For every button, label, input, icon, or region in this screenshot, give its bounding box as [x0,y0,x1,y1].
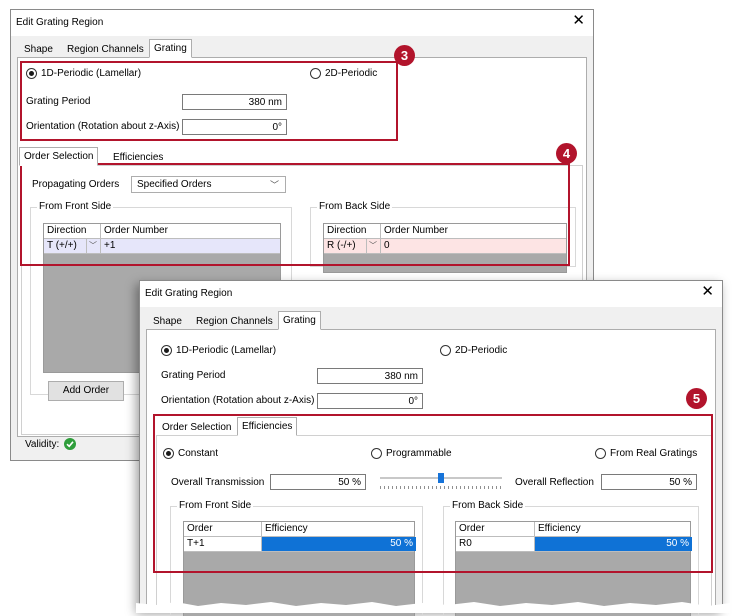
validity-label: Validity: [25,439,60,450]
callout-box-4 [20,163,570,266]
radio-checked-icon[interactable] [161,345,172,356]
main-tabstrip: Shape Region Channels Grating [144,311,444,330]
close-icon[interactable]: ✕ [572,13,585,28]
tab-shape[interactable]: Shape [19,41,58,57]
torn-edge [136,602,730,613]
grating-period-label: Grating Period [161,370,226,381]
tab-efficiencies[interactable]: Efficiencies [237,417,298,436]
checkmark-icon [64,438,76,450]
grating-period-input[interactable]: 380 nm [317,368,423,384]
main-tabstrip: Shape Region Channels Grating [15,39,315,58]
radio-unchecked-icon[interactable] [440,345,451,356]
orientation-input[interactable]: 0° [317,393,423,409]
callout-badge-4: 4 [556,143,577,164]
radio-2d-label: 2D-Periodic [455,345,508,356]
dialog-title: Edit Grating Region [145,288,233,299]
callout-badge-3: 3 [394,45,415,66]
callout-box-5 [153,414,713,573]
tab-shape[interactable]: Shape [148,313,187,329]
tab-grating[interactable]: Grating [149,39,192,58]
dialog-title: Edit Grating Region [16,17,104,28]
title-bar: Edit Grating Region ✕ [11,10,593,36]
radio-1d-label: 1D-Periodic (Lamellar) [176,345,277,356]
title-bar: Edit Grating Region ✕ [140,281,722,307]
tab-grating[interactable]: Grating [278,311,321,330]
tab-region-channels[interactable]: Region Channels [191,313,278,329]
callout-box-3 [20,61,398,141]
close-icon[interactable]: ✕ [701,284,714,299]
orientation-label: Orientation (Rotation about z-Axis) [161,395,315,406]
add-order-button[interactable]: Add Order [48,381,124,401]
tab-order-selection[interactable]: Order Selection [19,147,99,166]
callout-badge-5: 5 [686,388,707,409]
tab-region-channels[interactable]: Region Channels [62,41,149,57]
